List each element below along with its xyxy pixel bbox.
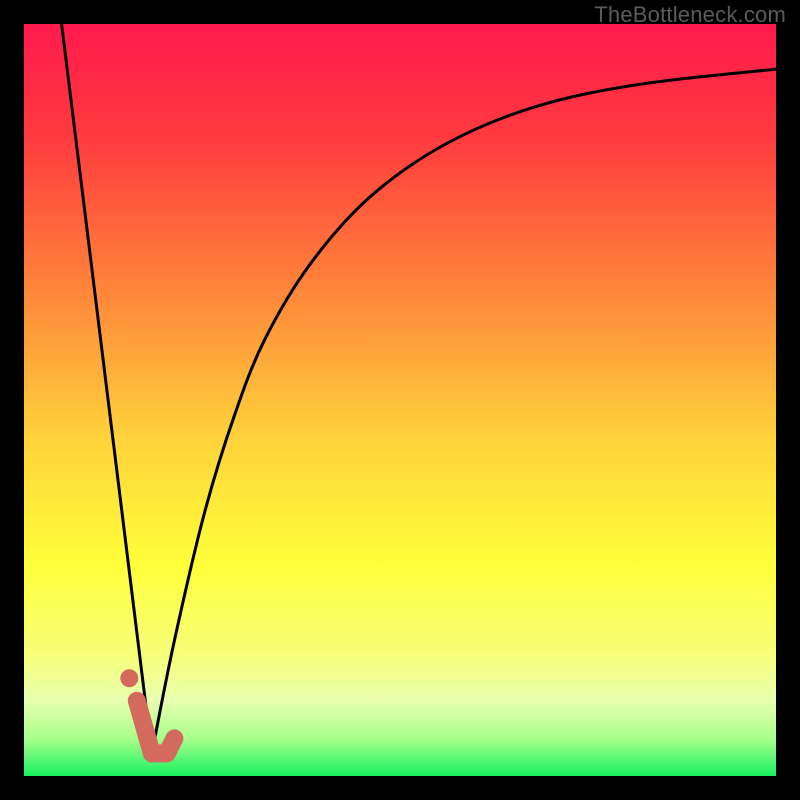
chart-container: TheBottleneck.com bbox=[0, 0, 800, 800]
chart-svg bbox=[24, 24, 776, 776]
plot-area bbox=[24, 24, 776, 776]
marker-dot-icon bbox=[120, 669, 138, 687]
gradient-background bbox=[24, 24, 776, 776]
